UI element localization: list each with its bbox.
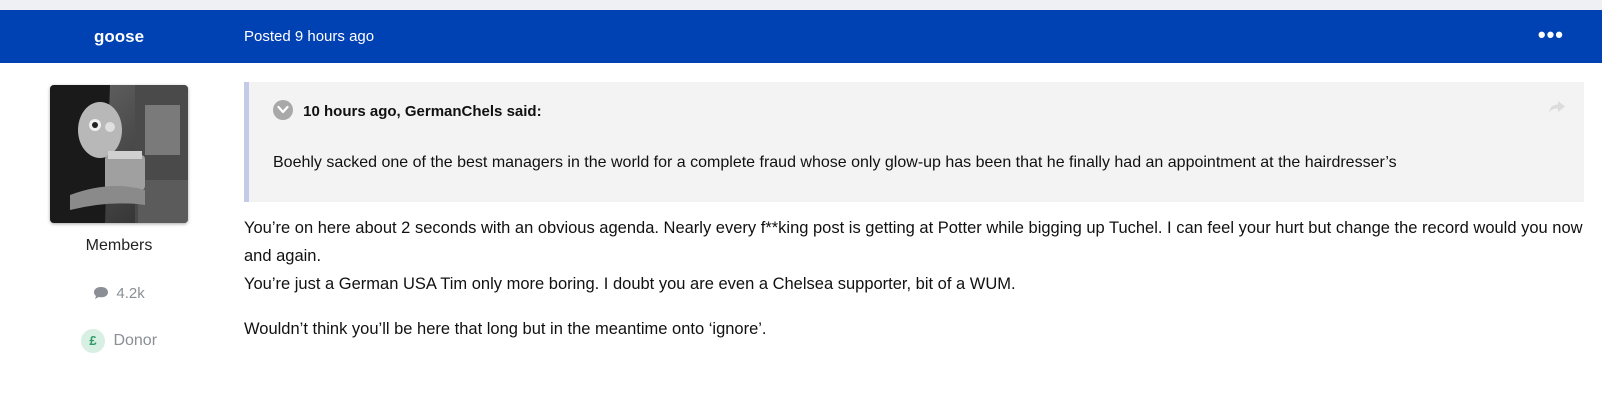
posted-time[interactable]: Posted 9 hours ago	[244, 10, 374, 63]
share-arrow-icon[interactable]	[1548, 100, 1566, 119]
quote-citation: 10 hours ago, GermanChels said:	[273, 100, 542, 120]
avatar[interactable]	[50, 85, 188, 223]
author-name-link[interactable]: goose	[0, 10, 238, 63]
post-paragraph: You’re on here about 2 seconds with an o…	[244, 219, 1583, 265]
donor-label: Donor	[113, 332, 158, 350]
post-header: goose Posted 9 hours ago •••	[0, 10, 1602, 63]
pound-icon: £	[80, 329, 105, 353]
chevron-down-icon[interactable]	[273, 100, 293, 120]
post-count[interactable]: 4.2k	[0, 285, 238, 302]
post-content: You’re on here about 2 seconds with an o…	[244, 214, 1584, 343]
post-paragraph: Wouldn’t think you’ll be here that long …	[244, 320, 767, 338]
ellipsis-icon: •••	[1537, 22, 1564, 47]
post-count-value: 4.2k	[116, 285, 145, 302]
speech-bubble-icon	[94, 287, 109, 299]
donor-badge: £ Donor	[0, 329, 238, 353]
quote-citation-text: 10 hours ago, GermanChels said:	[303, 103, 542, 120]
post-menu-button[interactable]: •••	[1538, 10, 1564, 63]
post-paragraph: You’re just a German USA Tim only more b…	[244, 275, 1016, 293]
top-strip	[0, 0, 1602, 10]
quote-text: Boehly sacked one of the best managers i…	[273, 154, 1397, 171]
avatar-image	[50, 85, 188, 223]
member-group: Members	[85, 237, 153, 254]
quote-block: 10 hours ago, GermanChels said: Boehly s…	[244, 82, 1584, 202]
